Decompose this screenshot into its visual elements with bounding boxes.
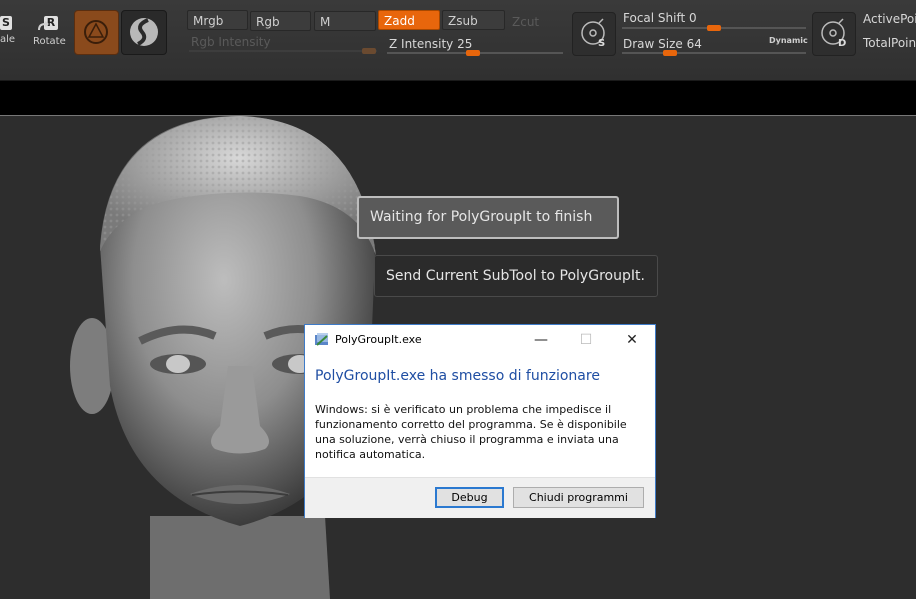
standard-brush-icon [84, 20, 108, 44]
icon-d-letter: D [838, 38, 847, 49]
z-intensity-label: Z Intensity 25 [389, 37, 472, 51]
zcut-button[interactable]: Zcut [506, 11, 561, 31]
draw-size-label: Draw Size 64 [623, 37, 702, 51]
scale-key-icon: S [0, 16, 12, 30]
z-intensity-text: Z Intensity [389, 37, 454, 51]
m-button[interactable]: M [314, 11, 376, 31]
app-icon [315, 333, 328, 346]
dialog-footer: Debug Chiudi programmi [305, 477, 655, 518]
canvas-top-bar [0, 81, 916, 116]
maximize-button[interactable]: ☐ [571, 329, 601, 351]
active-points-label: ActivePoin [863, 12, 916, 26]
dialog-title: PolyGroupIt.exe [335, 333, 422, 346]
disc-s-icon [581, 18, 605, 45]
minimize-button[interactable]: — [526, 329, 556, 351]
brush-icon-button[interactable] [74, 10, 119, 55]
top-toolbar: S ale R Rotate Mrgb Rgb M Zadd Zsub Zcut… [0, 0, 916, 81]
draw-size-d-button[interactable]: D [812, 12, 856, 56]
z-intensity-value: 25 [457, 37, 473, 51]
rotate-button[interactable]: R Rotate [30, 16, 66, 48]
error-dialog: PolyGroupIt.exe — ☐ ✕ PolyGroupIt.exe ha… [304, 324, 656, 518]
dots-stroke-icon [130, 18, 158, 46]
draw-size-knob[interactable] [663, 50, 677, 56]
focal-shift-text: Focal Shift [623, 11, 686, 25]
rgb-intensity-label: Rgb Intensity [191, 35, 271, 49]
draw-size-text: Draw Size [623, 37, 683, 51]
zsub-button[interactable]: Zsub [442, 10, 505, 30]
mrgb-button[interactable]: Mrgb [187, 10, 248, 30]
z-intensity-knob[interactable] [466, 50, 480, 56]
dialog-message: Windows: si è verificato un problema che… [315, 403, 627, 461]
dialog-titlebar[interactable]: PolyGroupIt.exe — ☐ ✕ [305, 325, 655, 355]
draw-size-value: 64 [686, 37, 702, 51]
rotate-label: Rotate [33, 36, 66, 47]
debug-button[interactable]: Debug [435, 487, 504, 508]
zadd-button[interactable]: Zadd [378, 10, 440, 30]
icon-s-letter: S [598, 38, 606, 49]
rgb-intensity-slider[interactable] [189, 50, 377, 52]
focal-curve-s-button[interactable]: S [572, 12, 616, 56]
scale-button[interactable]: S ale [0, 16, 16, 46]
scale-label: ale [0, 34, 16, 45]
focal-shift-value: 0 [689, 11, 697, 25]
dialog-heading: PolyGroupIt.exe ha smesso di funzionare [315, 368, 600, 384]
focal-shift-knob[interactable] [707, 25, 721, 31]
stroke-icon-button[interactable] [121, 10, 167, 55]
rgb-button[interactable]: Rgb [250, 11, 311, 31]
waiting-polygroupit-button[interactable]: Waiting for PolyGroupIt to finish [357, 196, 619, 239]
total-points-label: TotalPoin [863, 36, 916, 50]
rotate-arrow-icon [38, 21, 49, 30]
send-subtool-button[interactable]: Send Current SubTool to PolyGroupIt. [374, 255, 658, 297]
disc-d-icon [821, 18, 845, 45]
draw-size-slider[interactable] [622, 52, 806, 54]
dynamic-toggle[interactable]: Dynamic [769, 36, 808, 45]
focal-shift-label: Focal Shift 0 [623, 11, 697, 25]
close-programs-button[interactable]: Chiudi programmi [513, 487, 644, 508]
rgb-intensity-knob[interactable] [362, 48, 376, 54]
close-button[interactable]: ✕ [617, 329, 647, 351]
